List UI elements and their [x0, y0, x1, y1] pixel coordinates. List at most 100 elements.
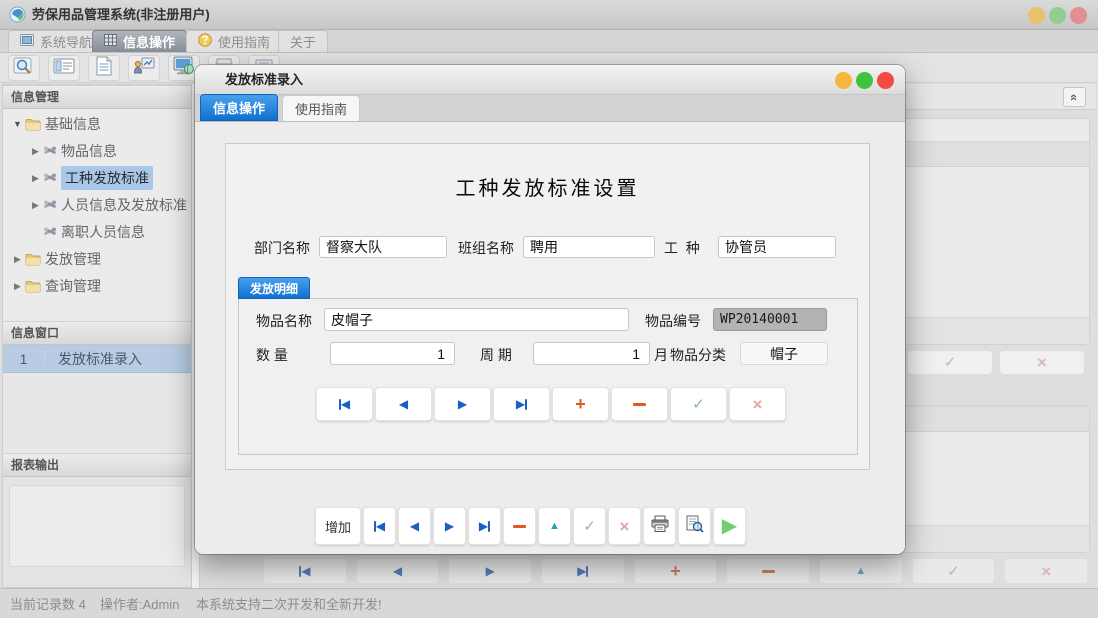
- confirm-button[interactable]: ✓: [907, 350, 993, 375]
- confirm-record-button[interactable]: ✓: [912, 558, 996, 584]
- personnel-report-button[interactable]: [128, 55, 160, 81]
- open-windows-list: 1 发放标准录入: [3, 345, 191, 453]
- minus-icon: [513, 525, 526, 528]
- tree-collapsed-icon[interactable]: ▶: [11, 254, 24, 265]
- prev-record-button[interactable]: ◀: [356, 558, 440, 584]
- dialog-window-controls: [835, 72, 894, 89]
- next-button[interactable]: ▶: [433, 507, 466, 545]
- edit-button[interactable]: ▲: [538, 507, 571, 545]
- run-button[interactable]: ▶: [713, 507, 746, 545]
- tree-item-query-manage[interactable]: ▶ 查询管理: [3, 273, 189, 299]
- minimize-button[interactable]: [1028, 7, 1045, 24]
- app-window: 劳保用品管理系统(非注册用户) 系统导航 信息操作 使用指南 关于: [0, 0, 1098, 618]
- dept-name-input[interactable]: [319, 236, 447, 258]
- tree-item-resigned-info[interactable]: 离职人员信息: [3, 219, 189, 245]
- detail-cancel-button[interactable]: ×: [729, 387, 786, 421]
- maximize-button[interactable]: [1049, 7, 1066, 24]
- delete-button[interactable]: [503, 507, 536, 545]
- tree-expanded-icon[interactable]: ▼: [11, 119, 24, 129]
- last-button[interactable]: ▶: [468, 507, 501, 545]
- cancel-record-button[interactable]: ×: [1004, 558, 1088, 584]
- record-count-status: 当前记录数 4: [10, 594, 86, 613]
- report-output-area: [3, 477, 191, 587]
- tools-icon: [43, 172, 57, 185]
- confirm-button[interactable]: ✓: [573, 507, 606, 545]
- dialog-body: 工种发放标准设置 部门名称 班组名称 工 种 发放明细 物品名称 物品编号 数 …: [195, 123, 905, 554]
- check-icon: ✓: [692, 397, 705, 412]
- print-preview-button[interactable]: [678, 507, 711, 545]
- detail-record-navigator: ◀ ◀ ▶ ▶ + ✓ ×: [316, 387, 786, 421]
- check-icon: ✓: [944, 355, 957, 370]
- dialog-maximize-button[interactable]: [856, 72, 873, 89]
- search-button[interactable]: [8, 55, 40, 81]
- dialog-minimize-button[interactable]: [835, 72, 852, 89]
- first-record-button[interactable]: ◀: [263, 558, 347, 584]
- add-record-button[interactable]: +: [634, 558, 718, 584]
- dialog-tab-user-guide[interactable]: 使用指南: [282, 95, 360, 121]
- delete-record-button[interactable]: [726, 558, 810, 584]
- detail-first-button[interactable]: ◀: [316, 387, 373, 421]
- tab-user-guide[interactable]: 使用指南: [186, 30, 282, 52]
- team-name-input[interactable]: [523, 236, 655, 258]
- cancel-button[interactable]: ×: [999, 350, 1085, 375]
- plus-icon: +: [670, 562, 681, 580]
- sidebar: 信息管理 ▼ 基础信息 ▶ 物品信息 ▶ 工种发放标准 ▶ 人员信息及发放标准: [2, 84, 192, 588]
- folder-icon: [25, 280, 41, 293]
- document-button[interactable]: [88, 55, 120, 81]
- tree-item-item-info[interactable]: ▶ 物品信息: [3, 138, 189, 164]
- tree-item-basic-info[interactable]: ▼ 基础信息: [3, 111, 189, 137]
- tree-collapsed-icon[interactable]: ▶: [29, 146, 42, 157]
- close-button[interactable]: [1070, 7, 1087, 24]
- first-icon: ◀: [339, 398, 350, 410]
- check-icon: ✓: [583, 519, 596, 534]
- prev-button[interactable]: ◀: [398, 507, 431, 545]
- dialog-tab-info-operation[interactable]: 信息操作: [200, 94, 278, 121]
- category-input[interactable]: [740, 342, 828, 365]
- tab-info-operation[interactable]: 信息操作: [92, 30, 187, 52]
- tree-item-job-standard[interactable]: ▶ 工种发放标准: [3, 165, 189, 191]
- last-record-button[interactable]: ▶: [541, 558, 625, 584]
- job-type-input[interactable]: [718, 236, 836, 258]
- prev-icon: ◀: [399, 398, 408, 410]
- window-list-item[interactable]: 1 发放标准录入: [3, 345, 191, 373]
- dialog-close-button[interactable]: [877, 72, 894, 89]
- triangle-up-icon: ▲: [549, 521, 560, 532]
- tab-system-nav[interactable]: 系统导航: [8, 30, 104, 52]
- cycle-unit-label: 月: [654, 344, 668, 366]
- form-heading: 工种发放标准设置: [226, 172, 869, 201]
- detail-prev-button[interactable]: ◀: [375, 387, 432, 421]
- folder-icon: [25, 253, 41, 266]
- item-name-input[interactable]: [324, 308, 629, 331]
- print-button[interactable]: [643, 507, 676, 545]
- detail-add-button[interactable]: +: [552, 387, 609, 421]
- detail-confirm-button[interactable]: ✓: [670, 387, 727, 421]
- check-icon: ✓: [947, 564, 960, 579]
- edit-record-button[interactable]: ▲: [819, 558, 903, 584]
- next-record-button[interactable]: ▶: [448, 558, 532, 584]
- last-icon: ▶: [516, 398, 527, 410]
- detail-last-button[interactable]: ▶: [493, 387, 550, 421]
- tree-item-personnel-standard[interactable]: ▶ 人员信息及发放标准: [3, 192, 189, 218]
- add-button[interactable]: 增加: [315, 507, 361, 545]
- tab-about[interactable]: 关于: [278, 30, 328, 52]
- contact-card-icon: [53, 57, 75, 80]
- app-logo-icon: [9, 6, 26, 28]
- record-card-button[interactable]: [48, 55, 80, 81]
- detail-next-button[interactable]: ▶: [434, 387, 491, 421]
- issue-detail-groupbox: 发放明细 物品名称 物品编号 数 量 周 期 月 物品分类 ◀ ◀: [238, 277, 858, 455]
- tree-collapsed-icon[interactable]: ▶: [29, 173, 42, 184]
- issue-detail-tab[interactable]: 发放明细: [238, 277, 310, 299]
- collapse-panel-button[interactable]: «: [1063, 87, 1086, 107]
- cycle-input[interactable]: [533, 342, 650, 365]
- collapse-chevron-icon: «: [1068, 93, 1081, 100]
- tree-item-issue-manage[interactable]: ▶ 发放管理: [3, 246, 189, 272]
- cancel-button[interactable]: ×: [608, 507, 641, 545]
- dept-name-label: 部门名称: [254, 237, 310, 259]
- detail-delete-button[interactable]: [611, 387, 668, 421]
- tools-icon: [43, 145, 57, 158]
- first-button[interactable]: ◀: [363, 507, 396, 545]
- tree-collapsed-icon[interactable]: ▶: [29, 200, 42, 211]
- window-list-index: 1: [3, 351, 45, 367]
- tree-collapsed-icon[interactable]: ▶: [11, 281, 24, 292]
- quantity-input[interactable]: [330, 342, 455, 365]
